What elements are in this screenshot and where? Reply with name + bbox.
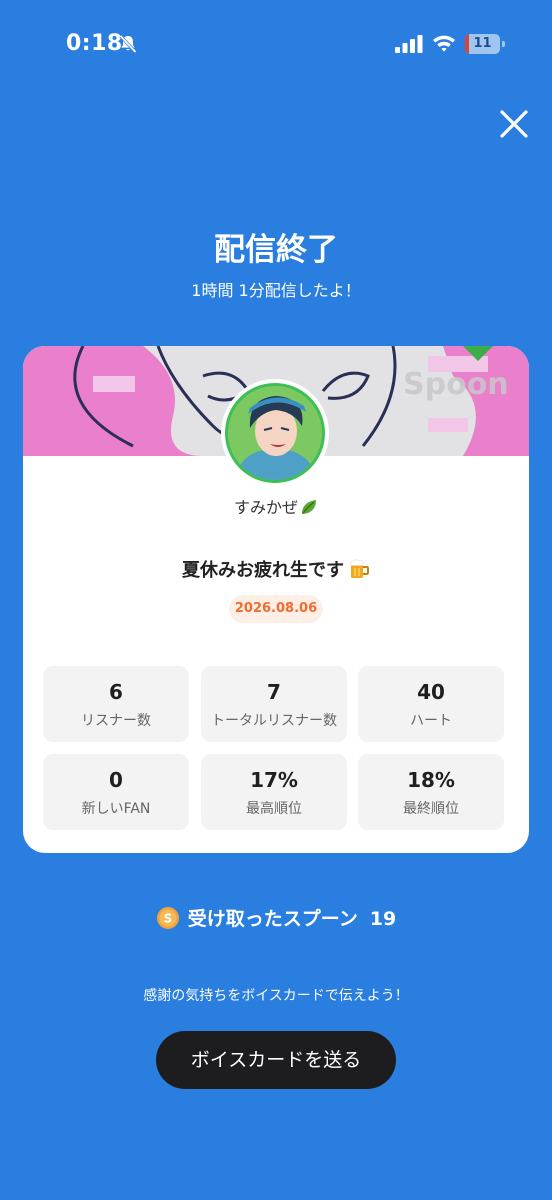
close-icon[interactable] (496, 106, 532, 142)
stat-hearts: 40 ハート (358, 666, 504, 742)
stat-value: 40 (417, 680, 445, 704)
send-voice-card-button[interactable]: ボイスカードを送る (156, 1031, 396, 1089)
svg-text:S: S (163, 912, 172, 926)
status-bar: 0:18 11 (0, 0, 552, 90)
broadcast-summary-card: Spoon すみかぜ 夏休みお疲れ生です 2026.08.06 6 リスナー数 … (23, 346, 529, 853)
stat-listeners: 6 リスナー数 (43, 666, 189, 742)
page-title: 配信終了 (214, 232, 338, 268)
wifi-icon (433, 35, 455, 52)
stat-label: トータルリスナー数 (211, 713, 337, 729)
stat-label: リスナー数 (81, 713, 151, 729)
stat-value: 0 (109, 768, 123, 792)
stat-highest-rank: 17% 最高順位 (201, 754, 347, 830)
thanks-message: 感謝の気持ちをボイスカードで伝えよう！ (143, 988, 409, 1004)
stat-label: 最終順位 (403, 801, 459, 817)
stat-final-rank: 18% 最終順位 (358, 754, 504, 830)
spoons-received: S 受け取ったスプーン 19 (0, 904, 552, 931)
battery-level: 11 (473, 36, 492, 51)
spoons-count: 19 (369, 908, 397, 930)
stream-title: 夏休みお疲れ生です (23, 556, 529, 582)
avatar[interactable] (221, 379, 329, 487)
avatar-image (228, 386, 322, 480)
stat-label: 新しいFAN (81, 801, 151, 817)
stream-title-text: 夏休みお疲れ生です (182, 560, 344, 581)
spoons-label: 受け取ったスプーン (187, 908, 358, 930)
stat-value: 18% (407, 768, 455, 792)
bell-slash-icon (119, 34, 137, 54)
status-time: 0:18 (66, 31, 123, 56)
username: すみかぜ (23, 494, 529, 518)
stat-label: 最高順位 (246, 801, 302, 817)
leaf-icon (302, 500, 316, 514)
stat-value: 17% (250, 768, 298, 792)
stat-new-fans: 0 新しいFAN (43, 754, 189, 830)
stat-total-listeners: 7 トータルリスナー数 (201, 666, 347, 742)
broadcast-duration: 1時間 1分配信したよ！ (191, 281, 361, 300)
spoon-coin-icon: S (156, 907, 179, 929)
banner-watermark: Spoon (403, 367, 509, 402)
stat-value: 6 (109, 680, 123, 704)
cellular-signal-icon (395, 35, 423, 53)
battery-icon: 11 (465, 34, 505, 54)
date-badge: 2026.08.06 (229, 595, 323, 623)
stat-value: 7 (267, 680, 281, 704)
beer-mug-icon (350, 559, 369, 578)
stat-label: ハート (410, 713, 452, 729)
username-text: すみかぜ (233, 498, 298, 517)
